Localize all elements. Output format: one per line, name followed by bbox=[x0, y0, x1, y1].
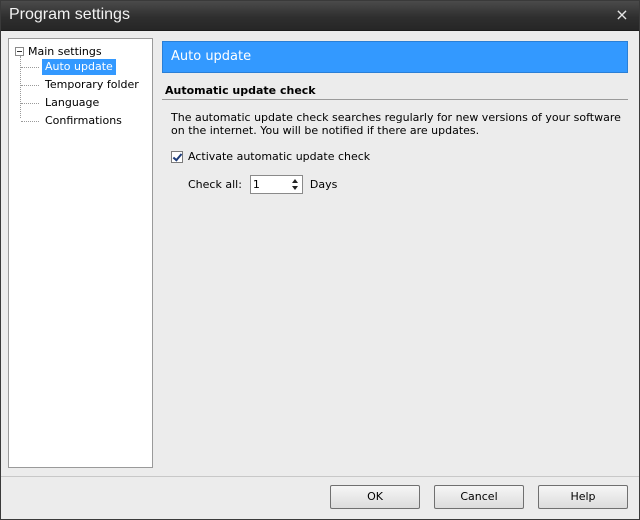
tree-connector bbox=[21, 85, 39, 86]
check-all-unit: Days bbox=[309, 178, 338, 191]
tree-item-auto-update[interactable]: Auto update bbox=[42, 59, 116, 75]
tree-item-confirmations[interactable]: Confirmations bbox=[42, 113, 125, 129]
tree-root-main-settings[interactable]: Main settings bbox=[15, 43, 102, 59]
panel-header: Auto update bbox=[162, 41, 628, 73]
activate-update-check-row[interactable]: Activate automatic update check bbox=[171, 150, 370, 163]
window-title: Program settings bbox=[9, 6, 130, 23]
program-settings-window: Program settings × Main settings Auto up… bbox=[0, 0, 640, 520]
tree-connector bbox=[21, 103, 39, 104]
tree-connector bbox=[21, 67, 39, 68]
close-icon[interactable]: × bbox=[613, 6, 631, 24]
update-description: The automatic update check searches regu… bbox=[171, 111, 621, 137]
title-bar[interactable]: Program settings × bbox=[1, 1, 639, 31]
cancel-button[interactable]: Cancel bbox=[434, 485, 524, 509]
check-all-stepper[interactable] bbox=[249, 175, 303, 194]
ok-button[interactable]: OK bbox=[330, 485, 420, 509]
help-button[interactable]: Help bbox=[538, 485, 628, 509]
tree-item-language[interactable]: Language bbox=[42, 95, 102, 111]
tree-item-temporary-folder[interactable]: Temporary folder bbox=[42, 77, 142, 93]
check-all-row: Check all: Days bbox=[188, 175, 337, 194]
tree-connector bbox=[20, 56, 21, 118]
checkmark-icon[interactable] bbox=[171, 150, 183, 163]
tree-root-label: Main settings bbox=[28, 44, 102, 58]
section-title: Automatic update check bbox=[165, 84, 316, 97]
minus-box-icon[interactable] bbox=[15, 46, 24, 56]
caret-down-icon[interactable] bbox=[289, 184, 301, 192]
check-all-label: Check all: bbox=[188, 178, 242, 191]
footer-divider bbox=[1, 476, 639, 477]
panel-title: Auto update bbox=[171, 49, 252, 64]
tree-connector bbox=[21, 121, 39, 122]
settings-tree: Main settings Auto update Temporary fold… bbox=[8, 38, 153, 468]
section-divider bbox=[162, 99, 628, 100]
check-all-input[interactable] bbox=[252, 177, 287, 192]
activate-update-check-label[interactable]: Activate automatic update check bbox=[188, 150, 370, 163]
